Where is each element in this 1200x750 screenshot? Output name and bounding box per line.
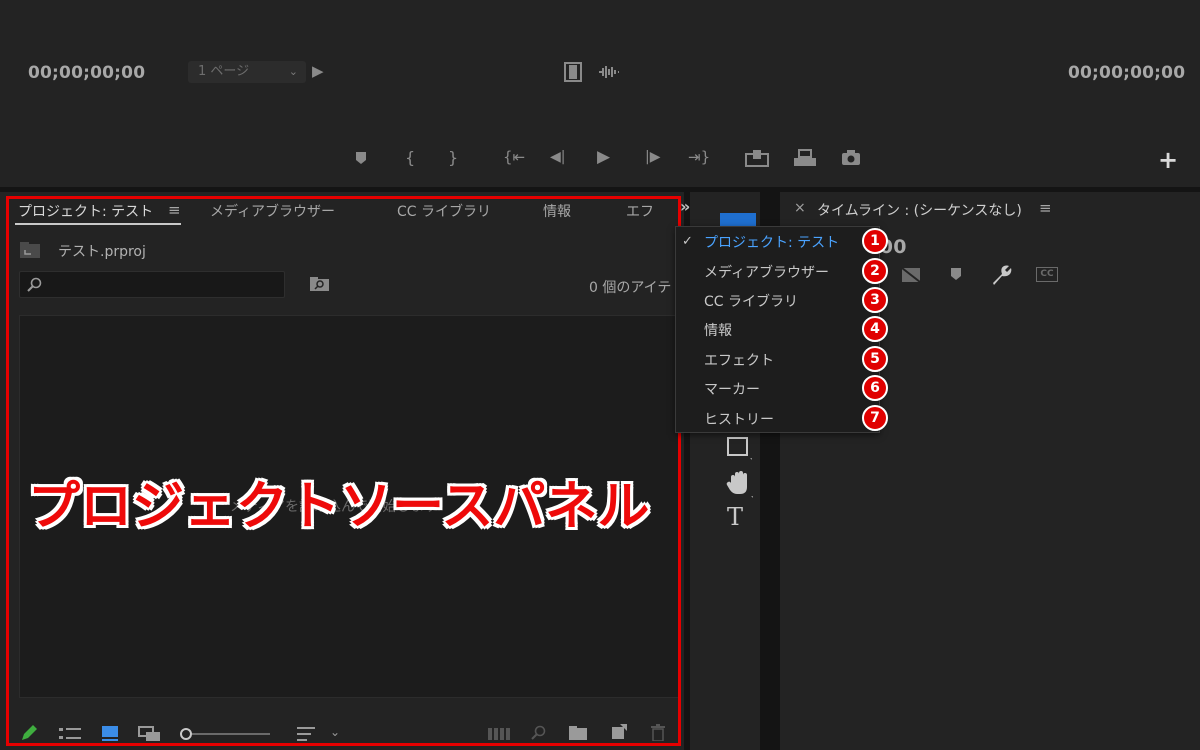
tab-media-browser[interactable]: メディアブラウザー [210,201,335,221]
number-badge: 5 [862,346,888,372]
panel-menu-icon[interactable]: ≡ [1039,199,1052,217]
number-badge: 7 [862,405,888,431]
icon-view-icon[interactable] [102,726,118,741]
menu-item-cc-libraries[interactable]: CC ライブラリ [704,291,798,311]
mark-in-icon[interactable]: { [405,148,415,167]
number-badge: 3 [862,287,888,313]
audio-waveform-icon[interactable] [598,64,620,80]
tab-cc-libraries[interactable]: CC ライブラリ [397,201,491,221]
rectangle-tool-icon[interactable] [727,437,753,461]
project-file-icon [20,242,40,258]
number-badge: 2 [862,258,888,284]
active-tab-underline [15,223,181,225]
film-icon[interactable] [564,62,582,82]
play-icon[interactable]: ▶ [597,147,610,167]
linked-selection-icon[interactable] [900,266,922,284]
pencil-icon[interactable] [20,724,38,742]
go-to-in-icon[interactable]: {⇤ [503,148,525,166]
wrench-icon[interactable] [990,264,1012,286]
chevron-down-icon[interactable]: ⌄ [330,725,340,739]
hand-tool-icon[interactable] [726,471,754,499]
find-icon[interactable] [530,725,546,741]
play-small-icon[interactable]: ▶ [312,62,324,80]
source-monitor: 00;00;00;00 1 ページ ⌄ ▶ 00;00;00;00 { } {⇤… [0,0,1200,187]
tab-effects[interactable]: エフ [626,201,654,221]
step-back-icon[interactable]: ◀| [550,149,565,165]
captions-icon[interactable]: CC [1036,267,1058,282]
search-icon [27,277,42,292]
close-icon[interactable]: × [794,200,806,216]
insert-icon[interactable] [745,149,769,167]
number-badge: 1 [862,228,888,254]
timecode-in[interactable]: 00;00;00;00 [28,63,145,83]
type-tool-icon[interactable]: T [727,503,743,531]
panel-menu-icon[interactable]: ≡ [168,201,181,219]
item-count: 0 個のアイテ [589,280,672,296]
find-in-bin-icon[interactable] [309,276,330,292]
add-marker-icon[interactable] [950,267,962,281]
project-file-name: テスト.prproj [58,244,146,260]
panel-dropdown-menu: ✓ プロジェクト: テスト メディアブラウザー CC ライブラリ 情報 エフェク… [675,226,880,433]
new-item-icon[interactable] [611,724,627,740]
tab-project[interactable]: プロジェクト: テスト [18,201,153,221]
tab-overflow-icon[interactable]: » [680,197,690,216]
page-select-value: 1 ページ [198,64,250,79]
trash-icon[interactable] [651,724,665,741]
overwrite-icon[interactable] [793,149,817,167]
sort-icon[interactable] [297,726,317,742]
number-badge: 4 [862,316,888,342]
chevron-down-icon: ⌄ [288,65,298,78]
checkmark-icon: ✓ [682,234,693,249]
menu-item-markers[interactable]: マーカー [704,379,760,399]
menu-item-history[interactable]: ヒストリー [704,409,774,429]
step-forward-icon[interactable]: |▶ [645,149,660,165]
freeform-view-icon[interactable] [138,726,162,742]
camera-icon[interactable] [841,150,861,166]
number-badge: 6 [862,375,888,401]
zoom-slider[interactable] [179,727,274,741]
tab-info[interactable]: 情報 [543,201,571,221]
search-input[interactable] [19,271,285,298]
add-marker-icon[interactable] [355,151,367,165]
menu-item-project[interactable]: プロジェクト: テスト [704,232,839,252]
menu-item-media-browser[interactable]: メディアブラウザー [704,262,829,282]
page-select[interactable]: 1 ページ ⌄ [188,61,306,83]
new-bin-icon[interactable] [568,725,588,741]
menu-item-effects[interactable]: エフェクト [704,350,774,370]
menu-item-info[interactable]: 情報 [704,320,732,340]
timeline-title[interactable]: タイムライン : (シーケンスなし) [817,200,1022,220]
automate-to-sequence-icon[interactable] [488,728,510,740]
go-to-out-icon[interactable]: ⇥} [688,148,710,166]
annotation-label: プロジェクトソースパネル [28,477,650,537]
mark-out-icon[interactable]: } [448,148,458,167]
list-view-icon[interactable] [59,727,81,741]
timecode-out[interactable]: 00;00;00;00 [1068,63,1185,83]
add-button-icon[interactable]: + [1158,146,1178,174]
